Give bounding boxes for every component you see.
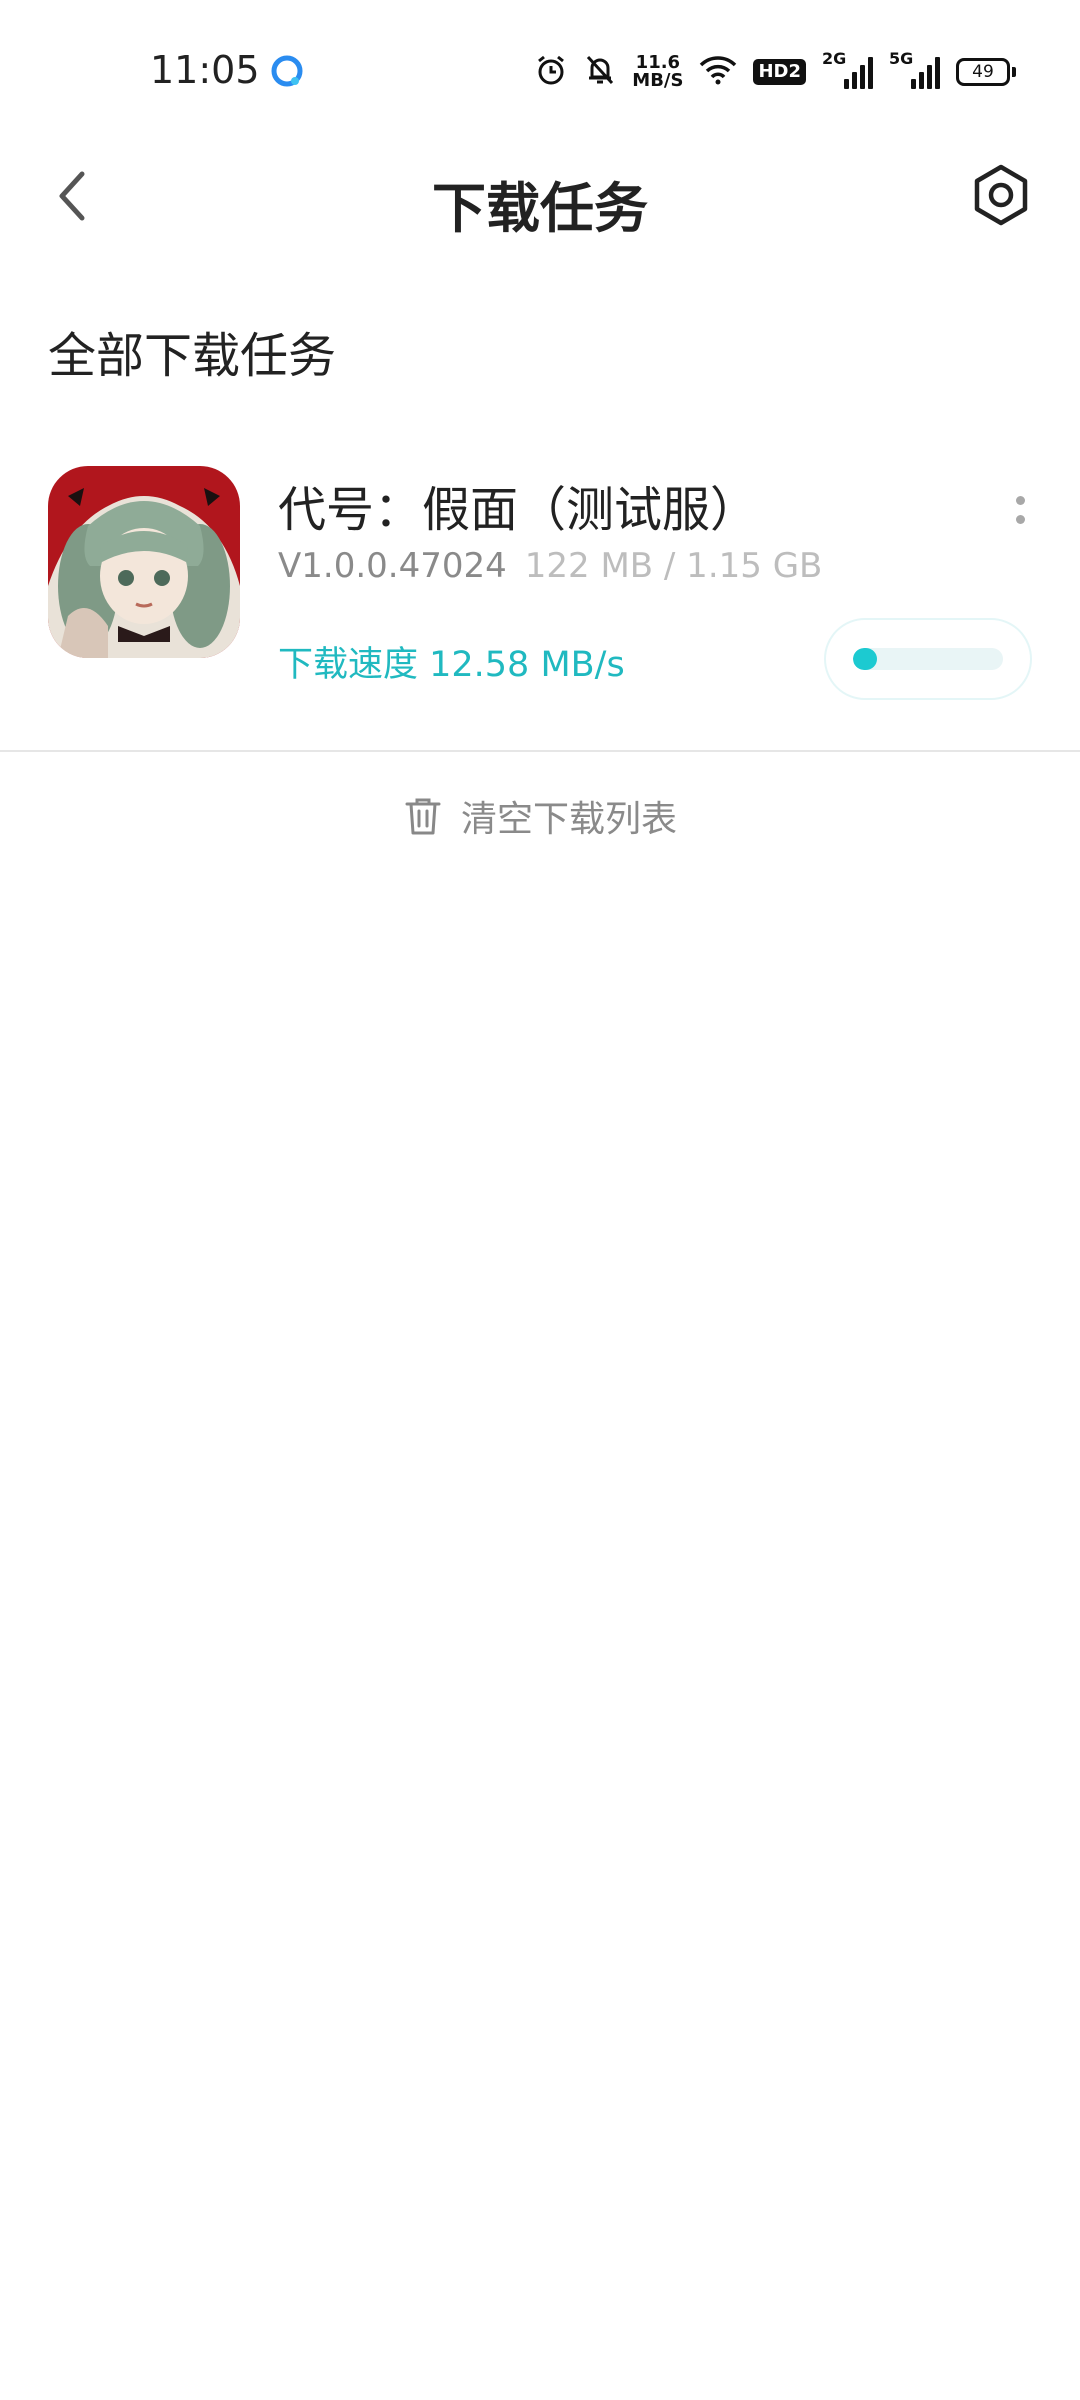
network-speed-unit: MB/S xyxy=(632,70,684,91)
network-speed: 11.6 MB/S xyxy=(632,54,683,90)
app-icon xyxy=(48,466,240,658)
clear-download-list-label: 清空下载列表 xyxy=(460,799,677,840)
trash-icon xyxy=(405,798,441,835)
battery-icon: 49 xyxy=(956,58,1016,86)
alarm-icon xyxy=(534,53,568,91)
app-version: V1.0.0.47024 xyxy=(278,546,507,586)
pause-download-button[interactable] xyxy=(824,618,1032,700)
progress-bar-fill xyxy=(853,648,877,670)
more-options-button[interactable] xyxy=(1000,480,1040,540)
settings-button[interactable] xyxy=(962,156,1040,234)
wifi-icon xyxy=(699,55,737,89)
progress-bar xyxy=(853,648,1003,670)
sim1-signal-icon: 2G xyxy=(822,49,873,89)
status-bar: 11:05 11.6 MB/S HD2 2G 5G 49 xyxy=(0,0,1080,140)
bell-muted-icon xyxy=(584,53,616,91)
sim2-signal-icon: 5G xyxy=(889,49,940,89)
download-size: 122 MB / 1.15 GB xyxy=(524,546,823,586)
header: 下载任务 xyxy=(0,140,1080,250)
download-task-item[interactable]: 代号：假面（测试服） V1.0.0.47024 122 MB / 1.15 GB… xyxy=(0,450,1080,700)
download-speed: 下载速度 12.58 MB/s xyxy=(278,645,625,685)
sim2-generation: 5G xyxy=(889,49,914,68)
divider xyxy=(0,750,1080,752)
sim1-generation: 2G xyxy=(822,49,847,68)
browser-notification-icon xyxy=(270,54,304,88)
status-icons: 11.6 MB/S HD2 2G 5G 49 xyxy=(534,49,1016,94)
gear-icon xyxy=(974,164,1028,226)
status-time: 11:05 xyxy=(150,48,260,92)
clear-download-list-button[interactable]: 清空下载列表 xyxy=(0,786,1080,846)
hd-voice-badge: HD2 xyxy=(753,59,806,85)
page-title: 下载任务 xyxy=(432,177,648,240)
app-name: 代号：假面（测试服） xyxy=(278,482,759,538)
battery-level: 49 xyxy=(956,58,1010,86)
app-meta: V1.0.0.47024 122 MB / 1.15 GB xyxy=(278,546,822,586)
section-title: 全部下载任务 xyxy=(48,328,337,384)
